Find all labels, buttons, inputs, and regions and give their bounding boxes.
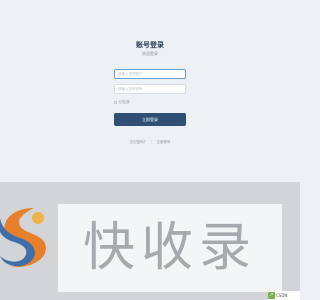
link-separator: | [151,140,153,144]
watermark-badge: ↗ CSDN [268,291,300,300]
brand-logo-text: 快收录 [82,218,257,278]
auxiliary-links: 忘记密码？ | 注册账号 [114,139,186,145]
register-link[interactable]: 注册账号 [156,140,170,145]
login-subtitle: 欢迎登录 [142,51,158,56]
login-button[interactable]: 立即登录 [114,113,186,126]
login-title: 账号登录 [136,41,164,49]
login-page: { "login": { "title": "账号登录", "subtitle"… [0,0,300,300]
brand-logo-box: 快收录 [58,204,282,292]
badge-text: CSDN [276,293,288,298]
login-panel: 账号登录 欢迎登录 请输入您的账户 请输入您的密码 记住我 立即登录 忘记密码？… [114,38,186,150]
password-placeholder: 请输入您的密码 [118,87,143,91]
remember-checkbox[interactable] [114,100,117,104]
account-placeholder: 请输入您的账户 [118,72,143,76]
share-icon: ↗ [268,292,275,299]
brand-banner: 快收录 [0,182,300,300]
remember-label: 记住我 [119,99,130,104]
account-input[interactable]: 请输入您的账户 [114,69,186,79]
remember-me[interactable]: 记住我 [114,99,130,105]
forgot-password-link[interactable]: 忘记密码？ [130,140,148,145]
password-input[interactable]: 请输入您的密码 [114,84,186,94]
brand-logo-icon [0,208,46,268]
